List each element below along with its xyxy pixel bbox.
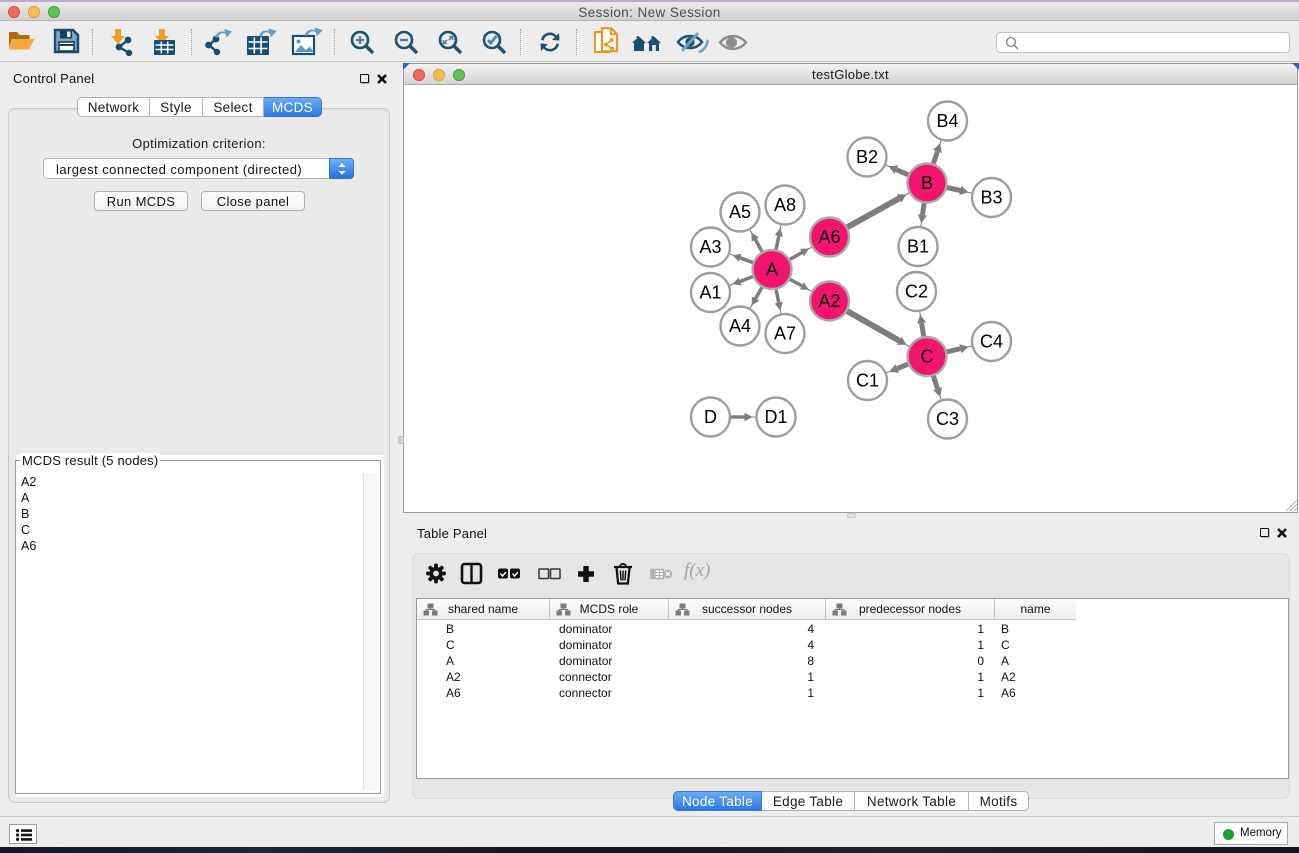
- svg-text:D1: D1: [764, 407, 787, 427]
- svg-text:B2: B2: [856, 147, 878, 167]
- svg-text:A3: A3: [699, 237, 721, 257]
- svg-text:A5: A5: [729, 202, 751, 222]
- svg-text:D: D: [704, 407, 717, 427]
- svg-text:B1: B1: [907, 237, 929, 257]
- svg-text:C2: C2: [905, 282, 928, 302]
- svg-text:B: B: [921, 173, 933, 193]
- svg-text:A7: A7: [774, 324, 796, 344]
- svg-text:C1: C1: [856, 371, 879, 391]
- svg-text:A6: A6: [818, 227, 840, 247]
- svg-text:A1: A1: [699, 283, 721, 303]
- svg-text:A: A: [766, 260, 778, 280]
- svg-text:A4: A4: [729, 316, 751, 336]
- svg-text:A2: A2: [818, 291, 840, 311]
- svg-text:C4: C4: [980, 332, 1003, 352]
- svg-text:B4: B4: [936, 111, 958, 131]
- svg-text:C: C: [921, 347, 934, 367]
- svg-text:B3: B3: [980, 188, 1002, 208]
- svg-text:A8: A8: [774, 195, 796, 215]
- svg-text:C3: C3: [936, 409, 959, 429]
